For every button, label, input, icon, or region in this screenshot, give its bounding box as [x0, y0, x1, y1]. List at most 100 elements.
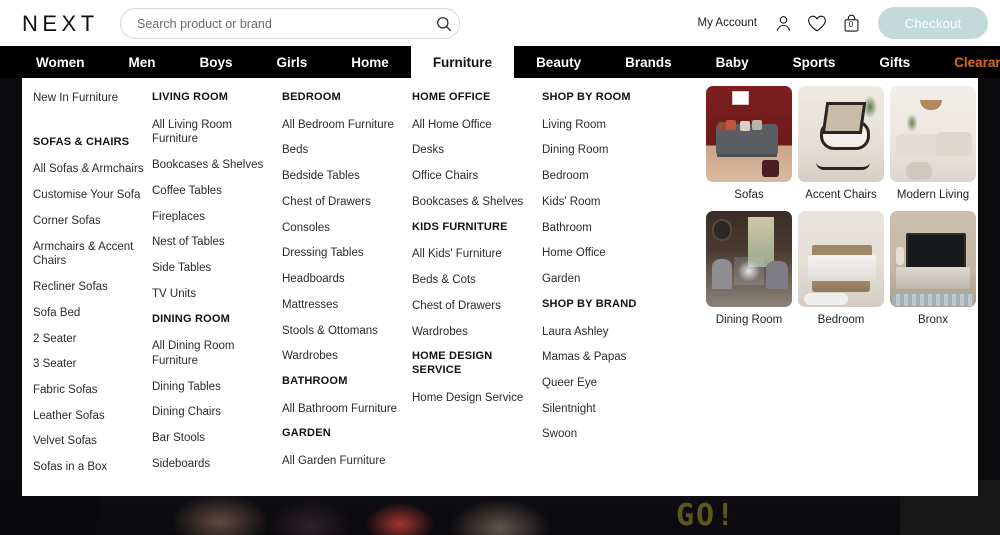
menu-link[interactable]: Garden — [542, 272, 660, 287]
menu-link[interactable]: Wardrobes — [282, 349, 412, 364]
menu-link[interactable]: Fireplaces — [152, 210, 282, 225]
sofa-room-image[interactable] — [706, 86, 792, 182]
nav-item-boys[interactable]: Boys — [178, 46, 255, 78]
promo-tile-bedroom[interactable]: Bedroom — [798, 211, 884, 326]
menu-link[interactable]: Stools & Ottomans — [282, 324, 412, 339]
menu-link[interactable]: 2 Seater — [33, 332, 152, 347]
menu-link[interactable]: Coffee Tables — [152, 184, 282, 199]
picture-frame-decoration — [732, 91, 749, 105]
menu-link[interactable]: Laura Ashley — [542, 325, 660, 340]
rug-decoration — [892, 294, 974, 306]
promo-tile-bronx[interactable]: Bronx — [890, 211, 976, 326]
menu-link[interactable]: TV Units — [152, 287, 282, 302]
checkout-button[interactable]: Checkout — [878, 7, 988, 39]
menu-link[interactable]: Queer Eye — [542, 376, 660, 391]
menu-link[interactable]: Bar Stools — [152, 431, 282, 446]
menu-link[interactable]: Bathroom — [542, 221, 660, 236]
menu-link[interactable]: Leather Sofas — [33, 409, 152, 424]
menu-link[interactable]: Bedside Tables — [282, 169, 412, 184]
accent-chair-image[interactable] — [798, 86, 884, 182]
menu-heading-garden: GARDEN — [282, 427, 331, 440]
menu-link[interactable]: Sofa Bed — [33, 306, 152, 321]
menu-link[interactable]: Beds & Cots — [412, 273, 542, 288]
menu-link[interactable]: Headboards — [282, 272, 412, 287]
promo-tile-modern-living[interactable]: Modern Living — [890, 86, 976, 201]
bed-frame-decoration — [812, 280, 870, 292]
nav-item-gifts[interactable]: Gifts — [857, 46, 932, 78]
nav-item-beauty[interactable]: Beauty — [514, 46, 603, 78]
nav-item-brands[interactable]: Brands — [603, 46, 694, 78]
menu-link[interactable]: Wardrobes — [412, 325, 542, 340]
promo-tile-accent-chairs[interactable]: Accent Chairs — [798, 86, 884, 201]
nav-item-women[interactable]: Women — [14, 46, 107, 78]
menu-link[interactable]: Silentnight — [542, 402, 660, 417]
menu-link[interactable]: Home Design Service — [412, 391, 542, 406]
menu-link[interactable]: All Bathroom Furniture — [282, 402, 412, 417]
my-account-label[interactable]: My Account — [698, 17, 757, 29]
menu-link[interactable]: Velvet Sofas — [33, 434, 152, 449]
menu-link[interactable]: Customise Your Sofa — [33, 188, 152, 203]
nav-item-home[interactable]: Home — [329, 46, 411, 78]
menu-link[interactable]: All Living Room Furniture — [152, 118, 282, 147]
dining-room-image[interactable] — [706, 211, 792, 307]
menu-link[interactable]: Dining Tables — [152, 380, 282, 395]
menu-link[interactable]: All Kids' Furniture — [412, 247, 542, 262]
bronx-tv-unit-image[interactable] — [890, 211, 976, 307]
menu-link[interactable]: Mamas & Papas — [542, 350, 660, 365]
menu-link[interactable]: Home Office — [542, 246, 660, 261]
menu-link[interactable]: Living Room — [542, 118, 660, 133]
menu-link[interactable]: Armchairs & Accent Chairs — [33, 240, 152, 269]
menu-link[interactable]: Chest of Drawers — [282, 195, 412, 210]
bag-count-badge: 0 — [848, 20, 854, 29]
brand-logo[interactable]: NEXT — [22, 11, 99, 37]
menu-link[interactable]: All Garden Furniture — [282, 454, 412, 469]
menu-link[interactable]: All Sofas & Armchairs — [33, 162, 152, 177]
menu-link[interactable]: Sofas in a Box — [33, 460, 152, 475]
nav-item-furniture[interactable]: Furniture — [410, 46, 515, 78]
menu-link[interactable]: Nest of Tables — [152, 235, 282, 250]
menu-heading-dining-room: DINING ROOM — [152, 312, 230, 325]
user-icon[interactable] — [766, 8, 800, 38]
menu-link[interactable]: Bookcases & Shelves — [152, 158, 282, 173]
menu-link[interactable]: Bookcases & Shelves — [412, 195, 542, 210]
modern-living-image[interactable] — [890, 86, 976, 182]
menu-link[interactable]: Dressing Tables — [282, 246, 412, 261]
bedroom-image[interactable] — [798, 211, 884, 307]
bag-icon[interactable]: 0 — [834, 8, 868, 38]
search-bar[interactable] — [120, 8, 460, 39]
menu-link[interactable]: Office Chairs — [412, 169, 542, 184]
menu-link[interactable]: Chest of Drawers — [412, 299, 542, 314]
menu-link[interactable]: Side Tables — [152, 261, 282, 276]
menu-link[interactable]: All Bedroom Furniture — [282, 118, 412, 133]
menu-link[interactable]: Mattresses — [282, 298, 412, 313]
menu-link[interactable]: Dining Chairs — [152, 405, 282, 420]
menu-link[interactable]: Dining Room — [542, 143, 660, 158]
nav-item-baby[interactable]: Baby — [694, 46, 771, 78]
search-input[interactable] — [121, 16, 429, 31]
menu-link[interactable]: Corner Sofas — [33, 214, 152, 229]
mega-column-living-dining: LIVING ROOM All Living Room Furniture Bo… — [152, 78, 282, 496]
nav-item-clearance[interactable]: Clearance — [932, 46, 1000, 78]
menu-link[interactable]: Beds — [282, 143, 412, 158]
promo-tile-dining-room[interactable]: Dining Room — [706, 211, 792, 326]
nav-item-sports[interactable]: Sports — [771, 46, 858, 78]
menu-link[interactable]: Recliner Sofas — [33, 280, 152, 295]
menu-link[interactable]: Desks — [412, 143, 542, 158]
menu-link[interactable]: All Home Office — [412, 118, 542, 133]
menu-link[interactable]: 3 Seater — [33, 357, 152, 372]
nav-item-men[interactable]: Men — [107, 46, 178, 78]
menu-link[interactable]: Fabric Sofas — [33, 383, 152, 398]
primary-nav: Women Men Boys Girls Home Furniture Beau… — [0, 46, 1000, 78]
nav-item-girls[interactable]: Girls — [255, 46, 330, 78]
search-icon[interactable] — [429, 16, 459, 32]
menu-link[interactable]: Bedroom — [542, 169, 660, 184]
menu-link[interactable]: Consoles — [282, 221, 412, 236]
drawers-decoration — [900, 270, 920, 286]
heart-icon[interactable] — [800, 8, 834, 38]
menu-link[interactable]: Sideboards — [152, 457, 282, 472]
menu-link[interactable]: Kids' Room — [542, 195, 660, 210]
menu-link[interactable]: All Dining Room Furniture — [152, 339, 282, 368]
menu-link[interactable]: Swoon — [542, 427, 660, 442]
promo-tile-sofas[interactable]: Sofas — [706, 86, 792, 201]
menu-link-new-in-furniture[interactable]: New In Furniture — [33, 91, 152, 106]
